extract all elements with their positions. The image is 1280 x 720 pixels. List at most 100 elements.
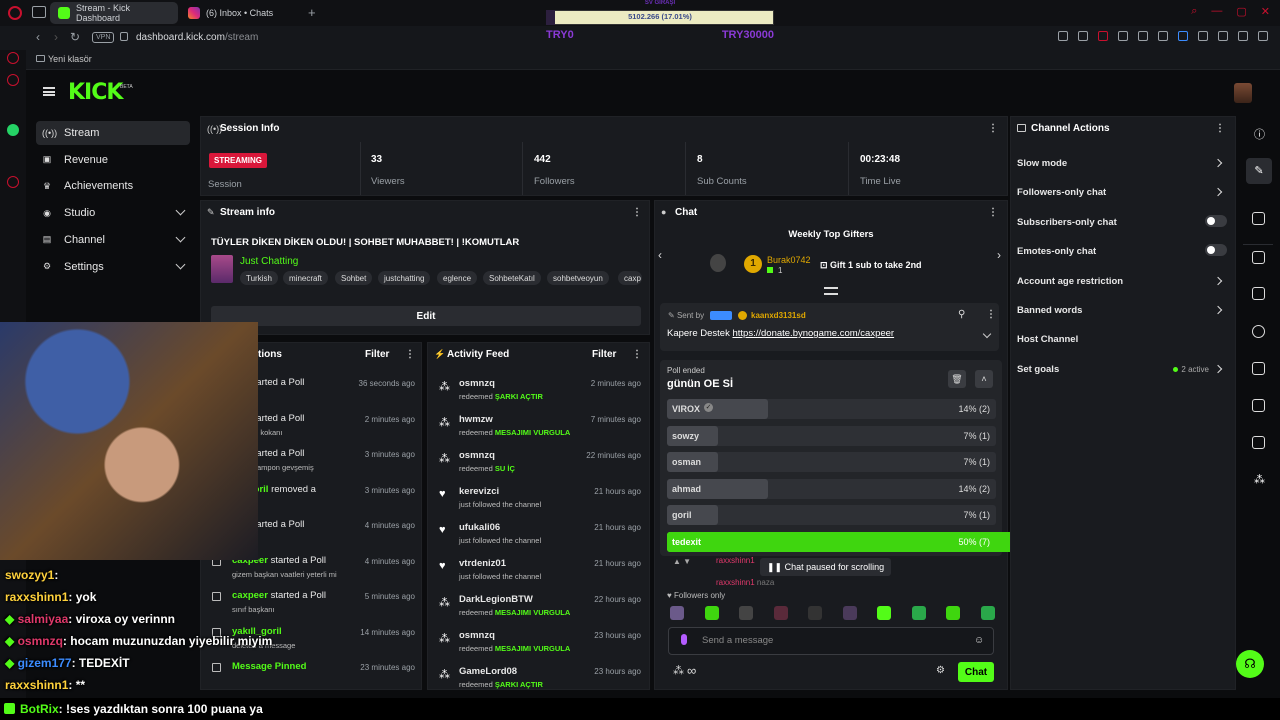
chat-paused-banner[interactable]: ❚❚ Chat paused for scrolling	[760, 558, 892, 576]
avatar[interactable]	[1234, 83, 1252, 103]
activity-user[interactable]: osmnzq	[459, 378, 495, 389]
info-icon[interactable]: ⓘ	[1254, 126, 1265, 142]
more-options-icon[interactable]: ⋮	[632, 349, 642, 360]
sidebar-item-stream[interactable]: ((•)) Stream	[36, 121, 190, 145]
emote-icon[interactable]	[739, 606, 753, 620]
gifters-prev-icon[interactable]: ‹	[658, 248, 662, 262]
send-chat-button[interactable]: Chat	[958, 662, 994, 682]
lightning-icon[interactable]	[1252, 251, 1265, 264]
category-link[interactable]: Just Chatting	[240, 256, 298, 267]
gift-cta[interactable]: ⊡ Gift 1 sub to take 2nd	[820, 260, 922, 271]
collapse-poll-icon[interactable]: ˄	[975, 370, 993, 388]
emote-icon[interactable]	[842, 606, 857, 620]
opera-logo-icon[interactable]	[8, 6, 22, 20]
back-icon[interactable]: ‹	[36, 30, 40, 44]
activity-user[interactable]: vtrdeniz01	[459, 558, 506, 569]
channel-action-subscribers-only-chat[interactable]: Subscribers-only chat	[1017, 214, 1227, 228]
emotes-only-chattoggle[interactable]	[1205, 244, 1227, 257]
chat-settings-icon[interactable]: ⚙	[936, 665, 945, 676]
gifter-name[interactable]: Burak0742	[767, 255, 811, 265]
document-icon[interactable]	[1252, 287, 1265, 300]
sidebar-item-achievements[interactable]: ♛ Achievements	[36, 174, 190, 198]
channel-action-account-age-restriction[interactable]: Account age restriction	[1017, 276, 1227, 287]
folder-icon[interactable]	[36, 55, 45, 62]
sidebar-item-channel[interactable]: ▤ Channel	[36, 228, 190, 252]
apps-icon[interactable]: ⁂	[1254, 473, 1265, 486]
camera-icon[interactable]	[1252, 212, 1265, 225]
wrench-icon[interactable]	[1252, 436, 1265, 449]
sidebar-item-settings[interactable]: ⚙ Settings	[36, 255, 190, 279]
chat-user[interactable]: raxxshinn1	[716, 556, 755, 565]
emote-icon[interactable]	[808, 606, 822, 620]
subscribers-only-chattoggle[interactable]	[1205, 214, 1227, 227]
tab-instagram-inbox[interactable]: (6) Inbox • Chats	[180, 2, 300, 24]
chevron-right-icon[interactable]	[1213, 364, 1223, 374]
menu-icon[interactable]	[1258, 31, 1268, 41]
activity-user[interactable]: osmnzq	[459, 630, 495, 641]
activity-user[interactable]: DarkLegionBTW	[459, 594, 533, 605]
play-icon[interactable]	[1138, 31, 1148, 41]
minimize-icon[interactable]: —	[1211, 5, 1222, 18]
emote-icon[interactable]	[704, 606, 719, 620]
chat-user[interactable]: raxxshinn1	[716, 578, 755, 587]
more-options-icon[interactable]: ⋮	[405, 349, 415, 360]
workspaces-icon[interactable]	[32, 6, 46, 18]
sidebar-aria-icon[interactable]	[7, 52, 19, 64]
filter-button[interactable]: Filter	[592, 349, 616, 360]
activity-user[interactable]: hwmzw	[459, 414, 493, 425]
filter-button[interactable]: Filter	[365, 349, 389, 360]
pinned-user[interactable]: kaanxd3131sd	[751, 311, 806, 320]
close-icon[interactable]: ✕	[1261, 5, 1270, 18]
gifters-next-icon[interactable]: ›	[997, 248, 1001, 262]
maximize-icon[interactable]: ▢	[1236, 5, 1246, 18]
edit-stream-button[interactable]: Edit	[211, 306, 641, 326]
puzzle-icon[interactable]	[1198, 31, 1208, 41]
emote-icon[interactable]	[670, 606, 684, 620]
sidebar-crypto-icon[interactable]	[7, 74, 19, 86]
support-icon[interactable]: ☊	[1236, 650, 1264, 678]
broadcast-icon[interactable]	[1252, 362, 1265, 375]
sidebar-item-revenue[interactable]: ▣ Revenue	[36, 148, 190, 172]
action-user[interactable]: Message Pinned	[232, 661, 306, 672]
channel-action-host-channel[interactable]: Host Channel	[1017, 334, 1227, 345]
url-field[interactable]: dashboard.kick.com/stream	[136, 32, 258, 43]
forward-icon[interactable]: ›	[54, 30, 58, 44]
emote-icon[interactable]	[877, 606, 891, 620]
collapse-icon[interactable]	[824, 287, 838, 295]
more-options-icon[interactable]: ⋮	[988, 207, 998, 218]
more-options-icon[interactable]: ⋮	[632, 207, 642, 218]
new-tab-icon[interactable]: +	[308, 5, 316, 20]
emoji-icon[interactable]: ☺	[974, 635, 984, 646]
lock-icon[interactable]	[120, 32, 128, 41]
action-user[interactable]: caxpeer	[232, 590, 268, 601]
history-icon[interactable]	[7, 176, 19, 188]
search-tabs-icon[interactable]: ⌕	[1191, 5, 1197, 18]
chevron-right-icon[interactable]	[1213, 188, 1223, 197]
bookmark-folder[interactable]: Yeni klasör	[48, 54, 92, 64]
chevron-down-icon[interactable]	[175, 259, 186, 269]
kick-logo[interactable]: KICK	[68, 80, 123, 105]
emote-icon[interactable]	[773, 606, 788, 620]
activity-user[interactable]: GameLord08	[459, 666, 517, 677]
extension-icon[interactable]	[1178, 31, 1188, 41]
emote-icon[interactable]	[980, 606, 995, 620]
delete-poll-icon[interactable]: 🗑	[948, 370, 966, 388]
activity-user[interactable]: osmnzq	[459, 450, 495, 461]
more-options-icon[interactable]: ⋮	[986, 309, 996, 320]
bookmark-icon[interactable]	[1078, 31, 1088, 41]
chevron-down-icon[interactable]	[175, 205, 186, 216]
vpn-badge[interactable]: VPN	[92, 32, 115, 43]
channel-action-banned-words[interactable]: Banned words	[1017, 305, 1227, 316]
download-icon[interactable]	[1238, 31, 1248, 41]
unpin-icon[interactable]: ⚲	[958, 309, 965, 320]
donate-link[interactable]: https://donate.bynogame.com/caxpeer	[732, 328, 894, 339]
more-options-icon[interactable]: ⋮	[1215, 123, 1225, 134]
emote-icon[interactable]	[911, 606, 926, 620]
whatsapp-icon[interactable]	[7, 124, 19, 136]
activity-user[interactable]: ufukali06	[459, 522, 500, 533]
edit-icon[interactable]: ✎	[1246, 158, 1272, 184]
snapshot-icon[interactable]	[1058, 31, 1068, 41]
cube-icon[interactable]	[1218, 31, 1228, 41]
adblock-icon[interactable]	[1098, 31, 1108, 41]
sidebar-item-studio[interactable]: ◉ Studio	[36, 201, 190, 225]
